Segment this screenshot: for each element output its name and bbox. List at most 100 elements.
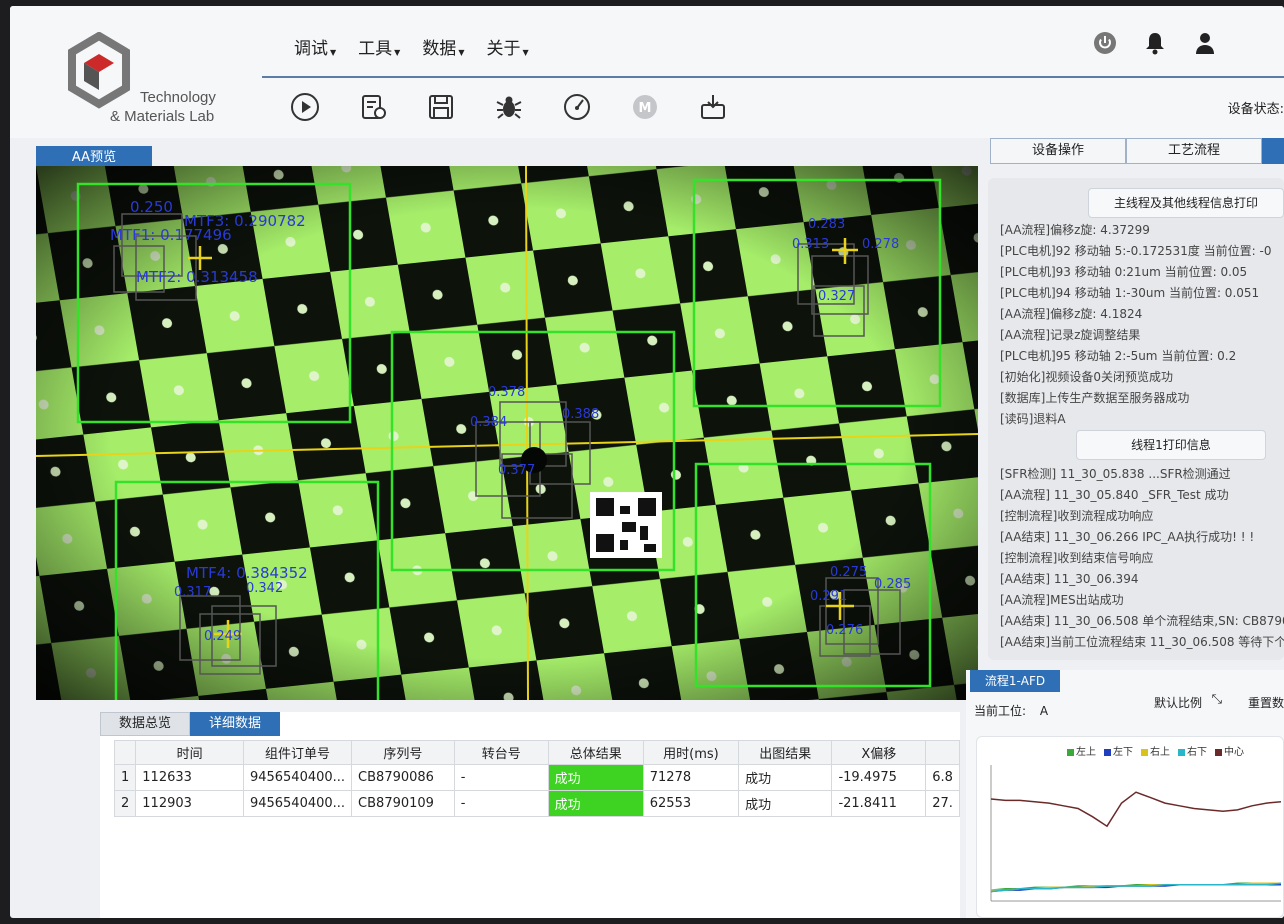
column-header[interactable]: 用时(ms) — [642, 740, 740, 765]
default-ratio-button[interactable]: 默认比例 — [1154, 694, 1202, 711]
thread1-print-button[interactable]: 线程1打印信息 — [1076, 430, 1266, 460]
device-status-label: 设备状态: — [1227, 102, 1284, 117]
m-badge-icon[interactable]: M — [630, 92, 660, 122]
column-header[interactable]: X偏移 — [831, 740, 927, 765]
column-header[interactable]: 出图结果 — [738, 740, 833, 765]
legend-label: 右下 — [1187, 747, 1207, 758]
chevron-down-icon: ▼ — [522, 48, 529, 57]
legend-item[interactable]: 左下 — [1104, 743, 1133, 758]
top-icons — [1092, 30, 1218, 56]
bug-icon[interactable] — [494, 92, 524, 122]
column-header[interactable]: 组件订单号 — [242, 740, 353, 765]
log-line: [AA流程]偏移z旋: 4.37299 — [1000, 223, 1150, 237]
logo-line1: Technology — [140, 89, 216, 106]
cell-image-result: 成功 — [738, 764, 833, 791]
cell-duration: 71278 — [642, 764, 740, 791]
c-left-value: 0.384 — [470, 415, 507, 430]
toolbar: M — [290, 92, 728, 122]
log-line: [数据库]上传生产数据至服务器成功 — [1000, 391, 1190, 405]
menu-tools-label: 工具 — [358, 39, 393, 59]
afd-chart[interactable]: 左上 左下 右上 右下 中心 — [976, 736, 1284, 918]
menu-data-label: 数据 — [422, 39, 457, 59]
tab-process-flow[interactable]: 工艺流程 — [1126, 138, 1262, 164]
cell-x-offset: -21.8411 — [831, 790, 927, 817]
menu-about[interactable]: 关于 ▼ — [486, 34, 528, 59]
menu-divider — [262, 76, 1284, 78]
menu-data[interactable]: 数据 ▼ — [422, 34, 464, 59]
tab-data-overview[interactable]: 数据总览 — [100, 712, 191, 736]
column-header[interactable]: 时间 — [135, 740, 244, 765]
cell-extra: 27. — [925, 790, 960, 817]
log-line: [AA结束] 11_30_06.266 IPC_AA执行成功! ! ! — [1000, 530, 1255, 544]
column-header[interactable]: 序列号 — [351, 740, 455, 765]
menu-debug[interactable]: 调试 ▼ — [294, 34, 336, 59]
aa-preview-view[interactable]: 0.250 MTF3: 0.290782 MTF1: 0.177496 MTF2… — [36, 166, 978, 700]
afd-chart-plot — [990, 765, 1282, 902]
bell-icon[interactable] — [1142, 30, 1168, 56]
column-header[interactable]: 转台号 — [453, 740, 549, 765]
legend-item[interactable]: 右下 — [1178, 743, 1207, 758]
legend-label: 右上 — [1150, 747, 1170, 758]
power-icon[interactable] — [1092, 30, 1118, 56]
log-line: [读码]退料A — [1000, 412, 1066, 426]
c-bottom-value: 0.377 — [498, 463, 535, 478]
column-header[interactable]: 总体结果 — [547, 740, 644, 765]
log-panel: 主线程及其他线程信息打印 [AA流程]偏移z旋: 4.37299 [PLC电机]… — [988, 178, 1284, 660]
legend-item[interactable]: 左上 — [1067, 743, 1096, 758]
bl-right-value: 0.342 — [246, 581, 283, 596]
play-icon[interactable] — [290, 92, 320, 122]
log-line: [SFR检测] 11_30_05.838 ...SFR检测通过 — [1000, 467, 1231, 481]
cell-extra: 6.8 — [925, 764, 960, 791]
column-header[interactable] — [925, 740, 960, 765]
cell-serial: CB8790086 — [351, 764, 455, 791]
log-line: [控制流程]收到结束信号响应 — [1000, 551, 1154, 565]
chevron-down-icon: ▼ — [458, 48, 465, 57]
cell-time: 112903 — [135, 790, 244, 817]
legend-swatch — [1141, 748, 1148, 756]
legend-swatch — [1178, 748, 1185, 756]
br-right-value: 0.285 — [874, 577, 911, 592]
app-window: Technology & Materials Lab 调试 ▼ 工具 ▼ 数据 ▼ 关… — [10, 6, 1284, 918]
afd-tab[interactable]: 流程1-AFD — [970, 670, 1060, 692]
chevron-down-icon: ▼ — [330, 48, 337, 57]
collapse-arrows-icon[interactable]: ⤡ — [1212, 692, 1222, 707]
table-row[interactable]: 1 112633 9456540400... CB8790086 - 成功 71… — [113, 764, 960, 791]
thread-log-list[interactable]: [SFR检测] 11_30_05.838 ...SFR检测通过 [AA流程] 1… — [1000, 464, 1284, 653]
afd-info-row: 当前工位: A 默认比例 ⤡ 重置数 — [974, 692, 1284, 719]
cell-turntable: - — [453, 764, 549, 791]
user-icon[interactable] — [1192, 30, 1218, 56]
menu-about-label: 关于 — [486, 39, 521, 59]
download-box-icon[interactable] — [698, 92, 728, 122]
main-menu: 调试 ▼ 工具 ▼ 数据 ▼ 关于 ▼ — [294, 34, 529, 59]
data-table-panel: 数据总览 详细数据 时间 组件订单号 序列号 转台号 总体结果 用时(ms) 出… — [100, 712, 960, 918]
log-line: [AA流程]MES出站成功 — [1000, 593, 1124, 607]
bl-center-value: 0.249 — [204, 629, 241, 644]
config-file-icon[interactable] — [358, 92, 388, 122]
tab-device-operations[interactable]: 设备操作 — [990, 138, 1126, 164]
c-top-value: 0.378 — [488, 385, 525, 400]
save-icon[interactable] — [426, 92, 456, 122]
tab-more[interactable] — [1262, 138, 1284, 164]
cell-order: 9456540400... — [242, 790, 353, 817]
log-line: [AA流程]记录z旋调整结果 — [1000, 328, 1141, 342]
svg-text:M: M — [639, 101, 652, 116]
tr-bottom-value: 0.327 — [818, 289, 855, 304]
gauge-icon[interactable] — [562, 92, 592, 122]
logo-line2: & Materials Lab — [110, 108, 215, 125]
menu-tools[interactable]: 工具 ▼ — [358, 34, 400, 59]
reset-button[interactable]: 重置数 — [1248, 694, 1284, 711]
main-log-list[interactable]: [AA流程]偏移z旋: 4.37299 [PLC电机]92 移动轴 5:-0.1… — [1000, 220, 1271, 430]
afd-panel: 流程1-AFD 当前工位: A 默认比例 ⤡ 重置数 左上 左下 右上 右下 中… — [966, 670, 1284, 918]
tr-top-value: 0.283 — [808, 217, 845, 232]
legend-item[interactable]: 中心 — [1215, 743, 1244, 758]
cell-result: 成功 — [547, 764, 644, 791]
table-row[interactable]: 2 112903 9456540400... CB8790109 - 成功 62… — [113, 790, 960, 817]
legend-label: 左下 — [1113, 747, 1133, 758]
legend-item[interactable]: 右上 — [1141, 743, 1170, 758]
logo-text: Technology & Materials Lab — [110, 88, 216, 126]
cell-order: 9456540400... — [242, 764, 353, 791]
bl-mtf4-label: MTF4: 0.384352 — [186, 564, 308, 582]
main-thread-print-button[interactable]: 主线程及其他线程信息打印 — [1088, 188, 1284, 218]
tab-detail-data[interactable]: 详细数据 — [190, 712, 281, 736]
station-label: 当前工位: — [974, 704, 1027, 718]
